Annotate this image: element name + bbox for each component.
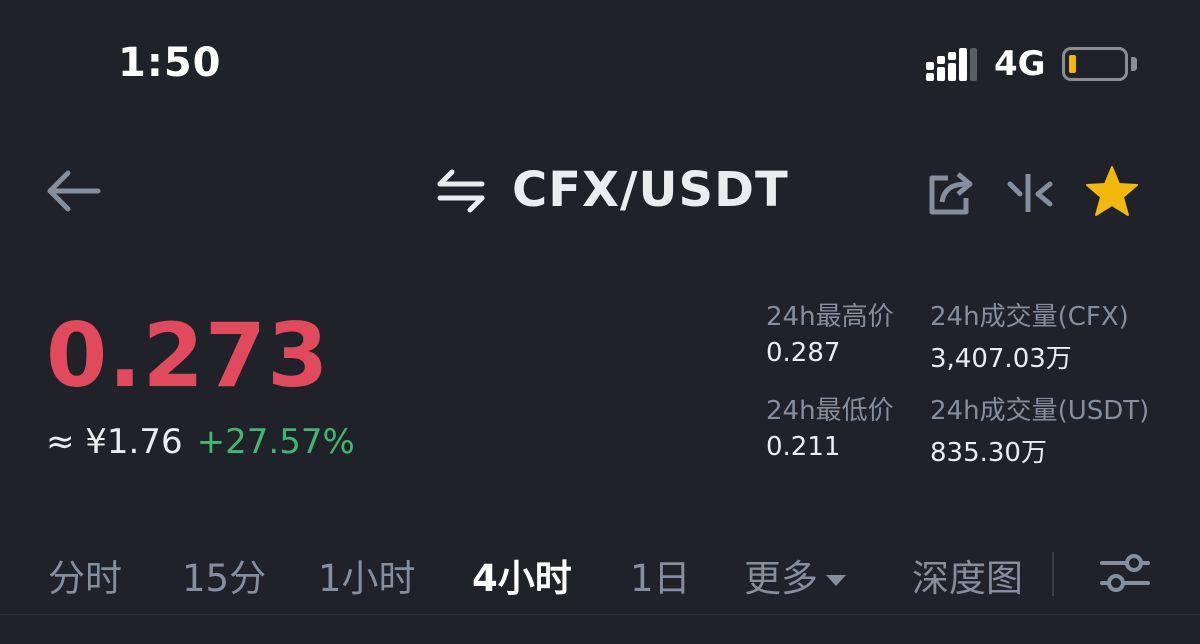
vol-cfx-value: 3,407.03万 — [930, 344, 1072, 374]
vol-usdt-value: 835.30万 — [930, 438, 1047, 468]
tab-divider — [1052, 552, 1054, 596]
tab-bottom-border — [0, 614, 1200, 615]
low-label: 24h最低价 — [766, 396, 894, 426]
battery-cap — [1131, 57, 1137, 71]
settings-sliders-icon[interactable] — [1100, 552, 1150, 594]
tab-4hour[interactable]: 4小时 — [472, 548, 572, 602]
tab-more-label: 更多 — [744, 557, 818, 600]
price-subline: ≈ ¥1.76 +27.57% — [46, 422, 369, 462]
status-time: 1:50 — [118, 40, 222, 86]
battery-icon — [1062, 47, 1128, 81]
high-label: 24h最高价 — [766, 302, 894, 332]
price-change-percent: +27.57% — [196, 422, 355, 462]
last-price: 0.273 — [46, 304, 330, 407]
tab-1hour[interactable]: 1小时 — [318, 548, 416, 602]
tab-15min[interactable]: 15分 — [182, 548, 266, 602]
star-icon[interactable] — [1084, 164, 1140, 220]
vol-usdt-label: 24h成交量(USDT) — [930, 396, 1150, 426]
tab-more[interactable]: 更多 — [744, 548, 846, 602]
compare-icon[interactable] — [1006, 172, 1054, 214]
network-type: 4G — [994, 44, 1046, 84]
back-arrow-icon[interactable] — [44, 166, 102, 216]
tab-time-sharing[interactable]: 分时 — [48, 548, 122, 602]
share-icon[interactable] — [928, 168, 976, 216]
high-value: 0.287 — [766, 338, 841, 368]
signal-icon — [926, 48, 977, 81]
swap-icon[interactable] — [436, 168, 486, 214]
vol-cfx-label: 24h成交量(CFX) — [930, 302, 1129, 332]
low-value: 0.211 — [766, 432, 841, 462]
tab-depth-chart[interactable]: 深度图 — [912, 548, 1023, 602]
tab-1day[interactable]: 1日 — [630, 548, 691, 602]
chevron-down-icon — [826, 575, 846, 586]
trading-pair-title[interactable]: CFX/USDT — [512, 162, 789, 218]
cny-price: ≈ ¥1.76 — [46, 422, 183, 462]
